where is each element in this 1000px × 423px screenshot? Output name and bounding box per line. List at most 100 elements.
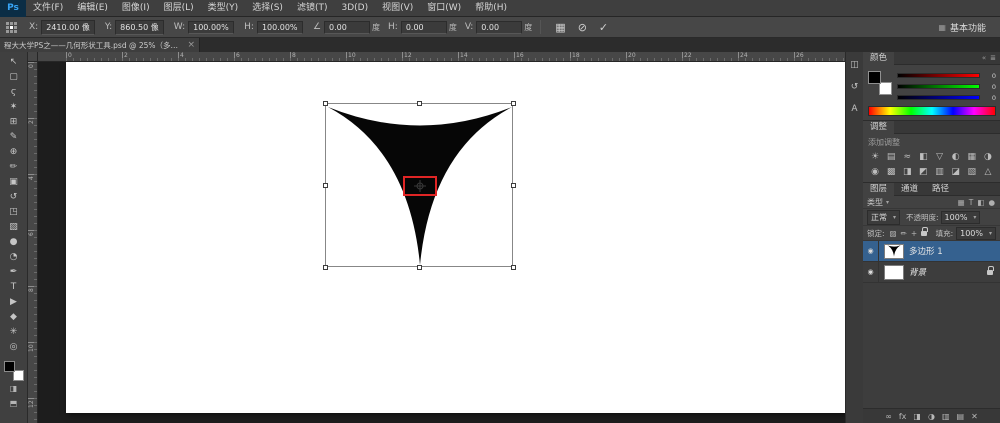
channel-mixer-icon[interactable]: ▩ <box>883 166 899 178</box>
color-spectrum-ramp[interactable] <box>868 106 996 116</box>
move-tool[interactable]: ↖ <box>3 55 25 69</box>
adjustment-layer-icon[interactable]: ◑ <box>928 412 935 421</box>
layer-group-icon[interactable]: ▥ <box>942 412 950 421</box>
transform-handle-top-right[interactable] <box>511 101 516 106</box>
crop-tool[interactable]: ⊞ <box>3 115 25 129</box>
menu-item[interactable]: 3D(D) <box>334 0 375 17</box>
tab-channels[interactable]: 通道 <box>894 183 925 196</box>
menu-item[interactable]: 文件(F) <box>26 0 70 17</box>
document-tab[interactable]: 程大大学PS之——几何形状工具.psd @ 25%（多边形 1, RGB/8) … <box>0 38 200 52</box>
lock-all-icon[interactable] <box>921 231 927 236</box>
color-slider-value[interactable]: 0 <box>983 72 996 80</box>
color-slider-bar[interactable] <box>897 84 980 89</box>
transform-handle-bottom-right[interactable] <box>511 265 516 270</box>
y-field[interactable]: Y: 860.50 像 <box>105 20 166 35</box>
menu-item[interactable]: 视图(V) <box>375 0 420 17</box>
color-lookup-icon[interactable]: ◨ <box>899 166 915 178</box>
eraser-tool[interactable]: ◳ <box>3 205 25 219</box>
layer-mask-icon[interactable]: ◨ <box>913 412 921 421</box>
filter-shape-layers-icon[interactable]: ◧ <box>976 198 985 207</box>
menu-item[interactable]: 图层(L) <box>157 0 201 17</box>
photo-filter-icon[interactable]: ◉ <box>867 166 883 178</box>
brush-tool[interactable]: ✏ <box>3 160 25 174</box>
lock-position-icon[interactable]: + <box>909 229 919 238</box>
color-slider-value[interactable]: 0 <box>983 83 996 91</box>
zoom-tool[interactable]: ◎ <box>3 340 25 354</box>
screen-mode-button[interactable]: ⬒ <box>3 396 25 410</box>
collapsed-character-icon[interactable]: A <box>848 102 862 116</box>
vibrance-icon[interactable]: ▽ <box>932 151 948 163</box>
transform-handle-middle-right[interactable] <box>511 183 516 188</box>
layer-row-polygon[interactable]: ◉ 多边形 1 <box>863 241 1000 262</box>
menu-item[interactable]: 图像(I) <box>115 0 157 17</box>
transform-handle-bottom-center[interactable] <box>417 265 422 270</box>
field-value[interactable]: 100.00% <box>257 21 303 34</box>
color-slider-bar[interactable] <box>897 73 980 78</box>
curves-icon[interactable]: ≈ <box>899 151 915 163</box>
threshold-icon[interactable]: ◪ <box>948 166 964 178</box>
filter-type-layers-icon[interactable]: T <box>968 198 975 207</box>
filter-pixel-layers-icon[interactable]: ▦ <box>957 198 966 207</box>
visibility-eye-icon[interactable]: ◉ <box>863 241 879 261</box>
new-layer-icon[interactable]: ▤ <box>957 412 965 421</box>
blur-tool[interactable]: ● <box>3 235 25 249</box>
selective-color-icon[interactable]: △ <box>980 166 996 178</box>
field-value[interactable]: 860.50 像 <box>115 20 164 35</box>
quick-mask-button[interactable]: ◨ <box>3 381 25 395</box>
workspace-switcher[interactable]: ▦ 基本功能 <box>930 21 994 34</box>
collapsed-properties-icon[interactable]: ◫ <box>848 58 862 72</box>
menu-item[interactable]: 滤镜(T) <box>290 0 335 17</box>
transform-handle-middle-left[interactable] <box>323 183 328 188</box>
angle-field[interactable]: ∠ 0.00 度 <box>313 21 380 34</box>
tab-paths[interactable]: 路径 <box>925 183 956 196</box>
reference-point-locator[interactable] <box>6 22 17 33</box>
transform-bounding-box[interactable] <box>325 103 513 267</box>
field-value[interactable]: 0.00 <box>476 21 522 34</box>
dodge-tool[interactable]: ◔ <box>3 250 25 264</box>
transform-handle-top-left[interactable] <box>323 101 328 106</box>
interpolation-icon[interactable]: ▦ <box>549 21 571 34</box>
cancel-transform-button[interactable]: ⊘ <box>572 21 593 34</box>
blend-mode-select[interactable]: 正常 ▾ <box>867 210 900 225</box>
foreground-color-swatch[interactable] <box>4 361 15 372</box>
v-skew-field[interactable]: V: 0.00 度 <box>465 21 532 34</box>
exposure-icon[interactable]: ◧ <box>915 151 931 163</box>
green-slider[interactable]: 0 <box>897 81 996 92</box>
close-tab-icon[interactable]: × <box>187 40 195 50</box>
gradient-tool[interactable]: ▧ <box>3 220 25 234</box>
invert-icon[interactable]: ◩ <box>915 166 931 178</box>
field-value[interactable]: 100.00% <box>188 21 234 34</box>
delete-layer-icon[interactable]: ✕ <box>971 412 978 421</box>
quick-selection-tool[interactable]: ✶ <box>3 100 25 114</box>
color-slider-value[interactable]: 0 <box>983 94 996 102</box>
menu-item[interactable]: 窗口(W) <box>420 0 468 17</box>
menu-item[interactable]: 帮助(H) <box>468 0 514 17</box>
panel-color-swatches[interactable] <box>868 71 892 95</box>
layer-thumbnail[interactable] <box>884 265 904 280</box>
history-brush-tool[interactable]: ↺ <box>3 190 25 204</box>
collapse-panel-icon[interactable]: « <box>982 54 986 62</box>
opacity-select[interactable]: 100% ▾ <box>941 211 981 224</box>
tab-adjustments[interactable]: 调整 <box>863 121 894 134</box>
field-value[interactable]: 0.00 <box>324 21 370 34</box>
pen-tool[interactable]: ✒ <box>3 265 25 279</box>
h-skew-field[interactable]: H: 0.00 度 <box>388 21 457 34</box>
panel-foreground-swatch[interactable] <box>868 71 881 84</box>
filter-smart-objects-icon[interactable]: ● <box>987 198 996 207</box>
menu-item[interactable]: 编辑(E) <box>70 0 115 17</box>
hand-tool[interactable]: ✳ <box>3 325 25 339</box>
link-layers-icon[interactable]: ∞ <box>885 412 892 421</box>
black-white-icon[interactable]: ◑ <box>980 151 996 163</box>
marquee-tool[interactable]: ▢ <box>3 70 25 84</box>
type-tool[interactable]: T <box>3 280 25 294</box>
layer-row-background[interactable]: ◉ 背景 <box>863 262 1000 283</box>
color-slider-bar[interactable] <box>897 95 980 100</box>
collapsed-history-icon[interactable]: ↺ <box>848 80 862 94</box>
lock-transparency-icon[interactable]: ▨ <box>888 229 899 238</box>
color-balance-icon[interactable]: ▦ <box>964 151 980 163</box>
field-value[interactable]: 2410.00 像 <box>41 20 95 35</box>
transform-handle-bottom-left[interactable] <box>323 265 328 270</box>
blue-slider[interactable]: 0 <box>897 92 996 103</box>
lock-pixels-icon[interactable]: ✏ <box>899 229 909 238</box>
layer-effects-icon[interactable]: fx <box>899 412 907 421</box>
